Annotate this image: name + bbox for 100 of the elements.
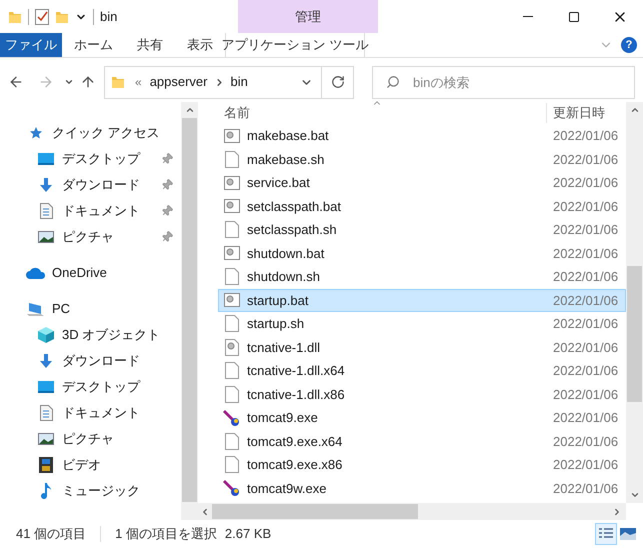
minimize-icon <box>523 16 533 17</box>
music-note-icon <box>40 483 52 499</box>
scroll-left-icon[interactable] <box>200 506 210 516</box>
star-icon <box>29 126 43 140</box>
file-name: tomcat9.exe.x86 <box>246 456 344 474</box>
file-name: service.bat <box>246 174 311 192</box>
file-row[interactable]: tcnative-1.dll.x86 2022/01/06 <box>218 382 626 406</box>
document-icon <box>40 405 52 421</box>
scroll-up-icon[interactable] <box>184 105 194 115</box>
navigation-item[interactable]: ピクチャ <box>0 426 181 452</box>
file-row[interactable]: tomcat9.exe.x64 2022/01/06 <box>218 430 626 453</box>
modified-date: 2022/01/06 <box>552 174 620 192</box>
modified-date: 2022/01/06 <box>552 362 620 380</box>
file-row[interactable]: tomcat9.exe 2022/01/06 <box>218 406 626 430</box>
modified-date: 2022/01/06 <box>552 198 620 216</box>
up-icon[interactable] <box>80 74 96 90</box>
blank-file-icon <box>225 362 239 380</box>
blank-file-icon <box>225 221 239 238</box>
scroll-up-icon[interactable] <box>630 105 640 115</box>
modified-date: 2022/01/06 <box>552 480 620 498</box>
blank-file-icon <box>225 150 239 168</box>
scroll-down-icon[interactable] <box>630 490 640 500</box>
document-icon <box>40 203 52 219</box>
back-icon[interactable] <box>8 74 24 90</box>
navigation-item[interactable]: ドキュメント <box>0 198 181 224</box>
file-row[interactable]: tomcat9w.exe 2022/01/06 <box>218 476 626 500</box>
file-row[interactable]: tcnative-1.dll 2022/01/06 <box>218 336 626 359</box>
navigation-item[interactable]: デスクトップ <box>0 374 181 400</box>
modified-date: 2022/01/06 <box>552 127 620 145</box>
modified-date: 2022/01/06 <box>552 432 620 450</box>
navigation-item[interactable]: クイック アクセス <box>0 120 181 146</box>
landscape-picture-icon <box>38 231 54 243</box>
breadcrumb[interactable]: appserver <box>150 72 208 92</box>
navigation-item[interactable]: デスクトップ <box>0 146 181 172</box>
navigation-item[interactable]: ビデオ <box>0 452 181 478</box>
file-row[interactable]: shutdown.bat 2022/01/06 <box>218 242 626 265</box>
scroll-right-icon[interactable] <box>612 506 622 516</box>
file-row[interactable]: tcnative-1.dll.x64 2022/01/06 <box>218 359 626 382</box>
column-header[interactable]: 名前 <box>218 103 546 123</box>
file-row[interactable]: setclasspath.bat 2022/01/06 <box>218 194 626 218</box>
file-name: tomcat9.exe <box>246 409 319 427</box>
navigation-item[interactable]: OneDrive <box>0 260 181 286</box>
computer-icon <box>27 302 45 316</box>
file-name: shutdown.bat <box>246 244 326 262</box>
film-strip-icon <box>39 457 53 473</box>
file-name: makebase.sh <box>246 150 326 168</box>
navigation-item[interactable]: ピクチャ <box>0 224 181 250</box>
modified-date: 2022/01/06 <box>552 338 620 356</box>
modified-date: 2022/01/06 <box>552 244 620 262</box>
help-icon[interactable]: ? <box>621 37 637 53</box>
modified-date: 2022/01/06 <box>552 268 620 286</box>
file-name: tcnative-1.dll <box>246 338 321 356</box>
modified-date: 2022/01/06 <box>552 150 620 168</box>
file-name: tomcat9.exe.x64 <box>246 432 344 450</box>
file-row[interactable]: service.bat 2022/01/06 <box>218 171 626 194</box>
file-name: tomcat9w.exe <box>246 480 328 498</box>
window-title: bin <box>100 8 118 26</box>
folder-icon <box>8 10 22 24</box>
navigation-item[interactable]: ダウンロード <box>0 172 181 198</box>
landscape-picture-icon <box>620 528 636 540</box>
new-folder-icon <box>55 10 69 24</box>
navigation-item[interactable]: ミュージック <box>0 478 181 504</box>
checklist-icon[interactable] <box>35 8 49 24</box>
selection-count: 1 個の項目を選択 <box>115 525 217 544</box>
file-row[interactable]: startup.sh 2022/01/06 <box>218 312 626 336</box>
modified-date: 2022/01/06 <box>552 456 620 474</box>
maximize-icon <box>568 10 580 22</box>
file-row[interactable]: makebase.bat 2022/01/06 <box>218 124 626 148</box>
modified-date: 2022/01/06 <box>552 221 620 239</box>
modified-date: 2022/01/06 <box>552 386 620 404</box>
file-row[interactable]: tomcat9.exe.x86 2022/01/06 <box>218 453 626 476</box>
file-name: shutdown.sh <box>246 268 321 286</box>
refresh-icon <box>330 75 344 89</box>
navigation-item[interactable]: PC <box>0 296 181 322</box>
file-row[interactable]: makebase.sh 2022/01/06 <box>218 148 626 171</box>
file-name: tcnative-1.dll.x86 <box>246 386 346 404</box>
details-view-button[interactable] <box>595 523 617 545</box>
file-row[interactable]: shutdown.sh 2022/01/06 <box>218 265 626 288</box>
navigation-item[interactable]: ダウンロード <box>0 348 181 374</box>
horizontal-scrollbar[interactable] <box>198 503 626 520</box>
breadcrumb[interactable]: bin <box>230 72 248 92</box>
navigation-item[interactable]: ドキュメント <box>0 400 181 426</box>
vertical-scrollbar[interactable] <box>626 102 643 503</box>
file-row[interactable]: setclasspath.sh 2022/01/06 <box>218 218 626 242</box>
landscape-picture-icon <box>38 433 54 445</box>
ribbon-tab[interactable]: 共有 <box>125 33 175 57</box>
blank-file-icon <box>225 432 239 450</box>
address-bar[interactable]: « appserver bin <box>104 66 354 98</box>
folder-icon <box>111 75 125 89</box>
selection-size: 2.67 KB <box>224 525 272 544</box>
blank-file-icon <box>225 268 239 286</box>
recent-locations-icon[interactable] <box>64 77 74 87</box>
overflow-chevron[interactable]: « <box>135 73 142 91</box>
ribbon-tab[interactable]: ホーム <box>62 33 125 57</box>
file-name: setclasspath.sh <box>246 221 338 239</box>
scrollbar[interactable] <box>181 102 198 520</box>
ribbon-tab[interactable]: ファイル <box>0 33 62 57</box>
file-row[interactable]: startup.bat 2022/01/06 <box>218 288 626 312</box>
navigation-item[interactable]: 3D オブジェクト <box>0 322 181 348</box>
search-field[interactable]: binの検索 <box>372 66 635 98</box>
